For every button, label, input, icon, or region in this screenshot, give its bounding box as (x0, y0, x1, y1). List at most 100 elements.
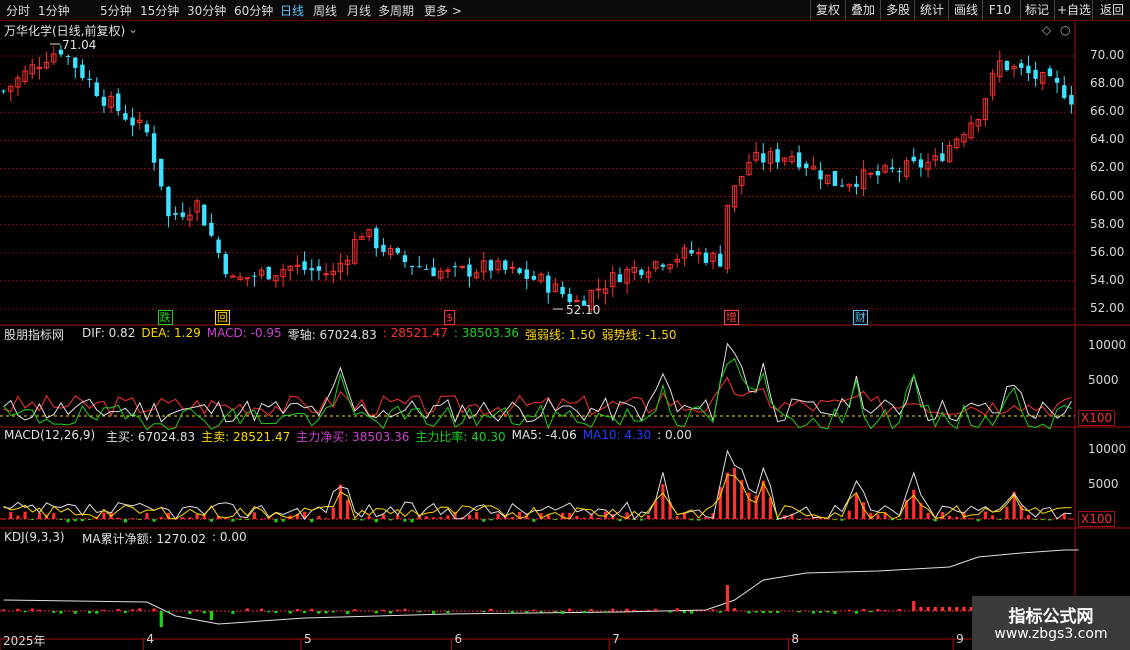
net-bar (883, 609, 887, 611)
candle-down (94, 82, 99, 97)
panel1-multiplier: X100 (1078, 410, 1116, 426)
volume-bar (955, 516, 959, 519)
net-bar (711, 609, 715, 611)
candle-down (65, 55, 71, 57)
net-bar (603, 611, 608, 613)
candle-down (639, 269, 644, 276)
net-bar (482, 611, 486, 613)
volume-bar (847, 510, 851, 519)
period-1[interactable]: 1分钟 (38, 2, 70, 19)
volume-bar (496, 513, 500, 519)
period-4[interactable]: 30分钟 (187, 2, 226, 19)
volume-bar (840, 519, 844, 521)
net-bar (403, 608, 407, 611)
toolbar-button-1[interactable]: 叠加 (845, 0, 880, 20)
period-2[interactable]: 5分钟 (100, 2, 132, 19)
candle-down (761, 153, 766, 163)
toolbar-button-r2[interactable]: 返回 (1092, 0, 1130, 20)
period-7[interactable]: 周线 (313, 2, 337, 19)
toolbar-button-r0[interactable]: 标记 (1020, 0, 1053, 20)
circle-icon: ○ (1060, 23, 1071, 37)
period-6[interactable]: 日线 (280, 2, 304, 19)
net-bar (754, 611, 758, 613)
net-bar (854, 611, 859, 614)
period-8[interactable]: 月线 (347, 2, 371, 19)
date-label-5: 8 (791, 632, 799, 646)
signal-marker: 回 (215, 310, 230, 325)
signal-marker: 增 (723, 310, 739, 325)
candle-up (459, 265, 465, 268)
period-0[interactable]: 分时 (6, 2, 30, 19)
net-bar (288, 611, 292, 614)
net-bar (625, 608, 629, 611)
candle-down (839, 185, 845, 187)
volume-bar (474, 512, 479, 519)
volume-bar (360, 519, 364, 521)
net-bar (897, 608, 902, 611)
net-bar (152, 608, 156, 611)
volume-bar (697, 519, 701, 521)
net-bar (539, 611, 543, 613)
volume-bar (926, 512, 930, 519)
period-toolbar: 分时 1分钟 5分钟 15分钟 30分钟 60分钟 日线 周线 月线 多周期 更多 > 复权 叠加 多股统… (0, 0, 1130, 21)
toolbar-button-2[interactable]: 多股 (880, 0, 915, 20)
candle-down (1062, 85, 1067, 98)
volume-bar (73, 519, 77, 522)
candle-down (417, 266, 422, 268)
panel2-tick: 10000 (1088, 442, 1127, 456)
net-bar (912, 601, 916, 611)
candle-down (223, 254, 228, 275)
volume-bar (331, 507, 335, 519)
volume-bar (238, 519, 242, 520)
net-bar (123, 611, 128, 614)
net-bar (245, 608, 249, 611)
candle-down (660, 264, 666, 267)
period-3[interactable]: 15分钟 (140, 2, 179, 19)
net-bar (947, 607, 952, 611)
volume-bar (310, 519, 314, 523)
date-label-0: 2025年 (3, 634, 46, 648)
period-5[interactable]: 60分钟 (234, 2, 273, 19)
volume-bar (446, 515, 450, 519)
net-bar (73, 611, 77, 614)
toolbar-button-0[interactable]: 复权 (810, 0, 845, 20)
net-bar (646, 609, 651, 611)
candle-down (374, 228, 379, 249)
volume-bar (1062, 514, 1066, 519)
candle-down (1069, 95, 1074, 105)
net-bar (446, 611, 450, 614)
net-bar (317, 611, 321, 614)
net-bar (396, 609, 400, 611)
net-bar (761, 611, 765, 614)
volume-bar (439, 517, 443, 519)
volume-bar (467, 514, 472, 519)
period-10[interactable]: 更多 > (424, 2, 462, 19)
volume-bar (9, 511, 13, 519)
net-bar (861, 609, 866, 611)
volume-bar (661, 484, 665, 519)
volume-bar (990, 515, 995, 519)
toolbar-button-r1[interactable]: +自选 (1054, 0, 1093, 20)
volume-bar (30, 519, 34, 520)
net-bar (654, 608, 658, 611)
candle-up (244, 277, 250, 280)
candle-down (180, 212, 185, 217)
volume-bar (188, 517, 192, 519)
net-bar (345, 611, 350, 614)
candle-down (1054, 77, 1060, 83)
price-tick-label: 56.00 (1090, 244, 1125, 259)
volume-bar (388, 519, 393, 521)
net-bar (510, 611, 515, 614)
toolbar-button-3[interactable]: 统计 (914, 0, 949, 20)
volume-bar (1026, 515, 1031, 519)
candle-down (130, 117, 135, 126)
net-bar (775, 611, 780, 614)
volume-bar (116, 517, 120, 519)
panel2-value-0: 主买: 67024.83 (106, 430, 196, 444)
period-9[interactable]: 多周期 (378, 2, 414, 19)
watermark-url: www.zbgs3.com (994, 626, 1108, 642)
toolbar-button-5[interactable]: F10 (982, 0, 1017, 20)
toolbar-button-4[interactable]: 画线 (948, 0, 983, 20)
price-tick-label: 64.00 (1090, 132, 1125, 147)
main-title: 万华化学(日线,前复权) (4, 24, 126, 38)
